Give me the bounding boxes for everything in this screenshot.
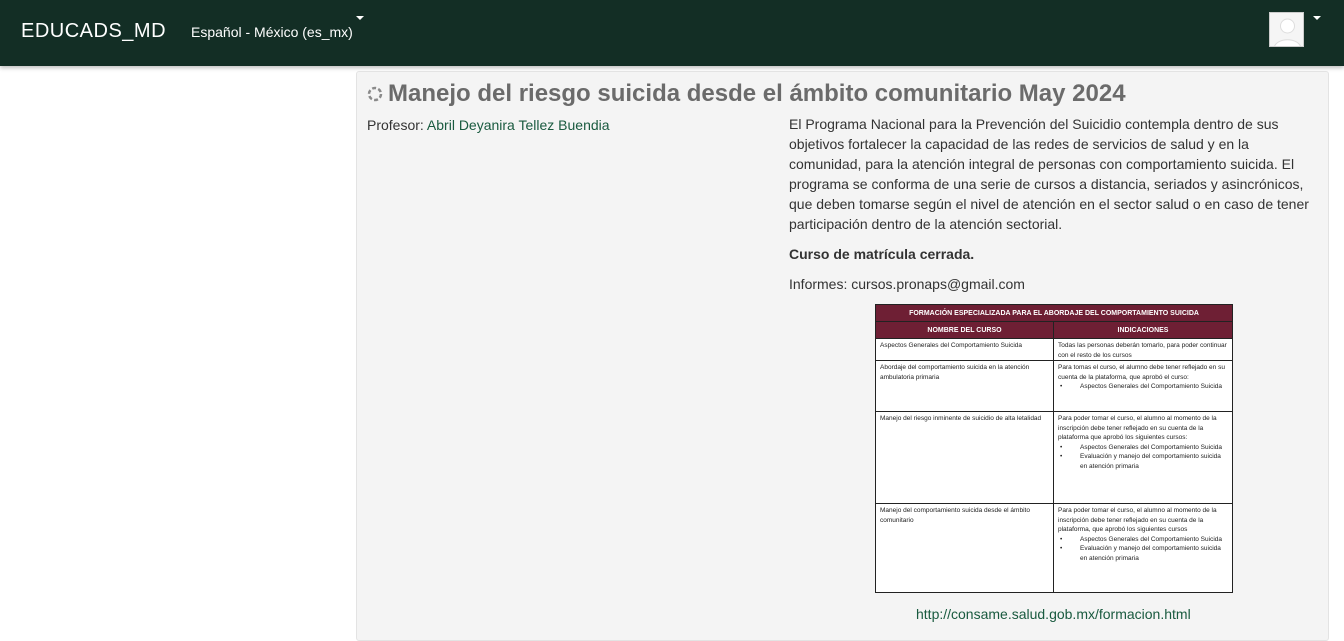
table-cell-course: Manejo del comportamiento suicida desde … [876,504,1054,592]
avatar-icon [1270,13,1303,46]
list-item: Evaluación y manejo del comportamiento s… [1058,544,1228,563]
table-row: Abordaje del comportamiento suicida en l… [876,361,1232,412]
table-cell-text: Para poder tomar el curso, el alumno al … [1058,507,1217,533]
course-title[interactable]: Manejo del riesgo suicida desde el ámbit… [388,80,1126,108]
table-row: Manejo del comportamiento suicida desde … [876,504,1232,592]
table-title: FORMACIÓN ESPECIALIZADA PARA EL ABORDAJE… [876,305,1232,322]
teacher-label: Profesor: [367,117,427,133]
table-cell-indications: Para tomas el curso, el alumno debe tene… [1054,361,1232,411]
table-cell-course: Manejo del riesgo inminente de suicidio … [876,412,1054,503]
list-item: Evaluación y manejo del comportamiento s… [1058,452,1228,471]
user-avatar[interactable] [1269,12,1304,47]
table-cell-bullets: Aspectos Generales del Comportamiento Su… [1058,382,1228,392]
list-item: Aspectos Generales del Comportamiento Su… [1058,382,1228,392]
table-cell-indications: Todas las personas deberán tomarlo, para… [1054,339,1232,360]
teacher-link[interactable]: Abril Deyanira Tellez Buendia [427,117,610,133]
site-brand[interactable]: EDUCADS_MD [21,20,166,43]
top-navbar: EDUCADS_MD Español - México (es_mx) [0,0,1344,66]
list-item: Aspectos Generales del Comportamiento Su… [1058,535,1228,545]
summary-paragraph: El Programa Nacional para la Prevención … [789,116,1309,232]
table-cell-bullets: Aspectos Generales del Comportamiento Su… [1058,535,1228,564]
table-cell-bullets: Aspectos Generales del Comportamiento Su… [1058,443,1228,472]
table-cell-course: Abordaje del comportamiento suicida en l… [876,361,1054,411]
course-summary: El Programa Nacional para la Prevención … [789,114,1324,304]
language-menu[interactable]: Español - México (es_mx) [191,24,353,40]
table-row: Aspectos Generales del Comportamiento Su… [876,339,1232,361]
table-header-course: NOMBRE DEL CURSO [876,322,1054,338]
user-menu-chevron-icon[interactable] [1313,16,1321,20]
course-icon [367,86,383,102]
courses-table-image: FORMACIÓN ESPECIALIZADA PARA EL ABORDAJE… [875,304,1233,593]
table-row: Manejo del riesgo inminente de suicidio … [876,412,1232,504]
course-teacher: Profesor: Abril Deyanira Tellez Buendia [367,117,610,133]
table-header-row: NOMBRE DEL CURSO INDICACIONES [876,322,1232,339]
chevron-down-icon[interactable] [356,16,364,20]
consame-link[interactable]: http://consame.salud.gob.mx/formacion.ht… [916,606,1191,622]
list-item: Aspectos Generales del Comportamiento Su… [1058,443,1228,453]
table-cell-text: Todas las personas deberán tomarlo, para… [1058,342,1227,359]
table-cell-indications: Para poder tomar el curso, el alumno al … [1054,504,1232,592]
table-cell-course: Aspectos Generales del Comportamiento Su… [876,339,1054,360]
contact-info: Informes: cursos.pronaps@gmail.com [789,276,1025,292]
enrollment-status: Curso de matrícula cerrada. [789,246,975,262]
table-header-indications: INDICACIONES [1117,327,1169,334]
table-cell-text: Para tomas el curso, el alumno debe tene… [1058,364,1225,381]
table-cell-indications: Para poder tomar el curso, el alumno al … [1054,412,1232,503]
table-cell-text: Para poder tomar el curso, el alumno al … [1058,415,1217,441]
